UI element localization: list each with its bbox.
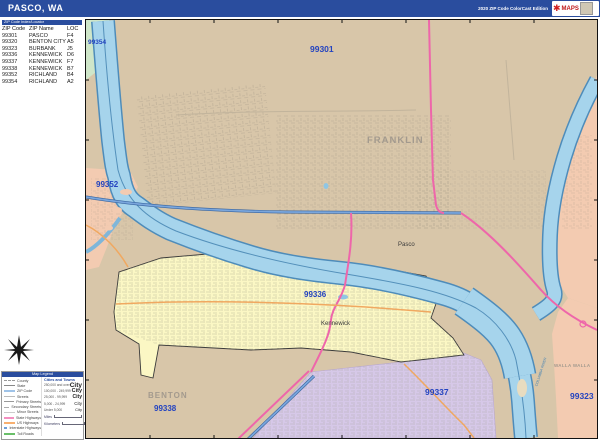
- legend-symbols-column: County State ZIP Code Streets Primary St…: [2, 377, 41, 436]
- scale-bar: [54, 415, 82, 418]
- city-label-kennewick: Kennewick: [321, 321, 350, 327]
- edition-label: 2020 ZIP Code ColorCast Edition: [478, 6, 548, 11]
- legend-columns: County State ZIP Code Streets Primary St…: [2, 377, 83, 436]
- city-label-pasco: Pasco: [398, 242, 415, 248]
- county-line-symbol: [4, 380, 15, 381]
- map-graphic: [86, 20, 597, 438]
- river-island: [105, 226, 113, 231]
- map-poster-page: PASCO, WA 2020 ZIP Code ColorCast Editio…: [0, 0, 600, 441]
- table-row: 99320BENTON CITYA5: [2, 39, 85, 46]
- table-row: 99337KENNEWICKF7: [2, 59, 85, 66]
- interstate-symbol: [4, 427, 7, 429]
- zip-label-99323: 99323: [570, 391, 594, 401]
- primary-streets-symbol: [4, 401, 14, 402]
- street-grid-texture: [136, 84, 277, 207]
- table-row: 99301PASCOF4: [2, 33, 85, 40]
- state-line-symbol: [4, 385, 15, 386]
- legend-item: Interstate Highways: [4, 426, 41, 431]
- legend-item: Toll Roads: [4, 431, 41, 436]
- region-99323-burbank-south: [552, 298, 597, 438]
- zip-label-99301: 99301: [310, 44, 334, 54]
- scale-bar: [62, 422, 85, 425]
- us-highway-symbol: [4, 422, 15, 424]
- col-zip-code: ZIP Code: [2, 26, 29, 33]
- title-bar: PASCO, WA 2020 ZIP Code ColorCast Editio…: [0, 0, 600, 17]
- secondary-streets-symbol: [4, 407, 9, 408]
- river-island: [120, 189, 132, 195]
- zip-label-99336: 99336: [304, 290, 326, 299]
- zip-table-title: ZIP Code Index/Locator: [2, 20, 82, 25]
- table-row: 99338KENNEWICKB7: [2, 66, 85, 73]
- streets-symbol: [4, 396, 15, 397]
- logo-seal: [580, 2, 593, 15]
- table-row: 99336KENNEWICKD6: [2, 52, 85, 59]
- logo-star-icon: ✱: [553, 4, 561, 13]
- zip-table-header: ZIP Code ZIP Name LOC: [2, 26, 85, 33]
- map-legend: Map Legend County State ZIP Code Streets…: [1, 371, 84, 440]
- page-title: PASCO, WA: [8, 0, 63, 17]
- state-highway-symbol: [4, 417, 14, 419]
- publisher-logo: ✱ MAPS: [552, 1, 599, 16]
- logo-text: MAPS: [562, 6, 579, 12]
- county-label-walla-walla: WALLA WALLA: [554, 363, 590, 368]
- river-island: [517, 379, 527, 397]
- scale-bar-kilometers: Kilometers: [44, 421, 85, 427]
- table-row: 99352RICHLANDB4: [2, 72, 85, 79]
- zip-label-99352: 99352: [96, 180, 118, 189]
- county-label-benton: BENTON: [148, 391, 188, 400]
- legend-cities-column: Cities and Towns 250,000 and overCity 10…: [41, 377, 85, 436]
- toll-road-symbol: [4, 433, 15, 435]
- zip-label-99338: 99338: [154, 404, 176, 413]
- map-canvas: 99354 99301 99352 99336 99338 99337 9932…: [85, 19, 598, 439]
- scale-bar-miles: Miles: [44, 414, 85, 420]
- col-zip-name: ZIP Name: [29, 26, 67, 33]
- table-row: 99323BURBANKJ5: [2, 46, 85, 53]
- compass-rose-icon: [4, 335, 34, 365]
- lake: [324, 183, 329, 189]
- zip-line-symbol: [4, 390, 15, 392]
- zip-table: ZIP Code ZIP Name LOC 99301PASCOF4 99320…: [2, 26, 85, 85]
- minor-streets-symbol: [4, 412, 15, 413]
- zip-label-99337: 99337: [425, 387, 449, 397]
- river-island: [112, 207, 122, 213]
- county-label-franklin: FRANKLIN: [367, 135, 424, 146]
- zip-label-99354: 99354: [88, 39, 106, 46]
- city-class-row: Under 5,000City: [44, 407, 85, 413]
- table-row: 99354RICHLANDA2: [2, 79, 85, 86]
- col-loc: LOC: [67, 26, 79, 33]
